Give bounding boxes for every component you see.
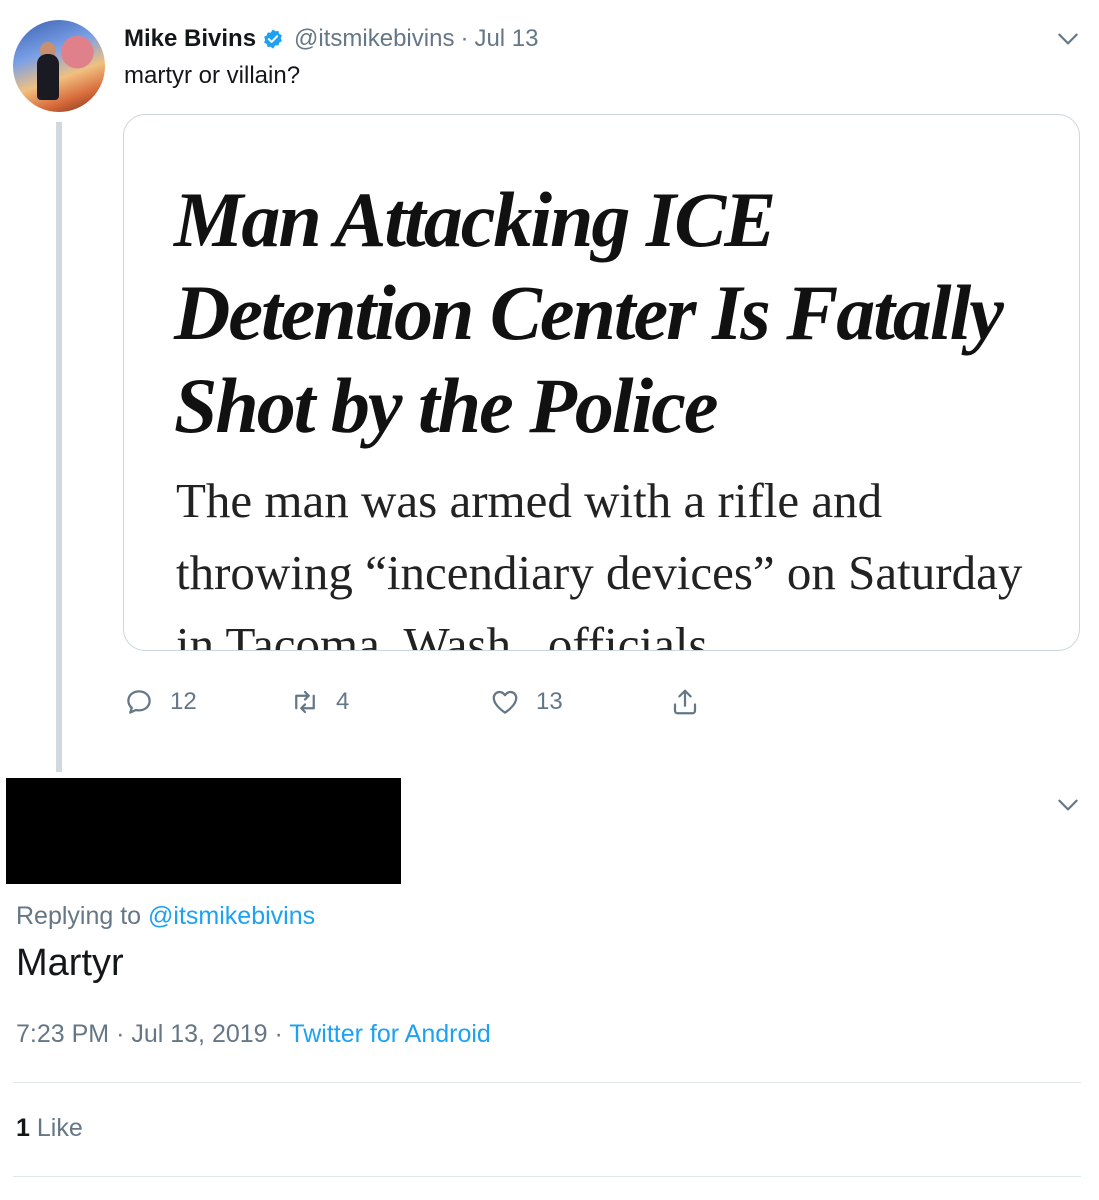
meta-separator: · [116,1020,125,1048]
reply-date[interactable]: Jul 13, 2019 [131,1020,267,1048]
divider [13,1176,1081,1177]
like-icon [492,690,518,714]
replying-to: Replying to @itsmikebivins [16,902,315,931]
retweet-count: 4 [336,688,350,715]
divider [13,1082,1081,1083]
share-button[interactable] [670,682,716,722]
like-button[interactable]: 13 [490,682,563,722]
reply-button[interactable]: 12 [124,682,197,722]
card-summary: The man was armed with a rifle and throw… [176,473,1023,651]
reply-time[interactable]: 7:23 PM [16,1020,109,1048]
retweet-icon [295,690,315,714]
header-separator: · [460,25,469,52]
likes-summary[interactable]: 1 Like [16,1114,83,1143]
reply-source-link[interactable]: Twitter for Android [289,1020,490,1048]
reply-text: Martyr [16,942,124,984]
meta-separator: · [274,1020,283,1048]
author-name[interactable]: Mike Bivins [124,25,256,53]
tweet-text: martyr or villain? [124,62,301,89]
likes-label: Like [36,1114,83,1142]
avatar[interactable] [13,20,105,112]
link-card[interactable]: Man Attacking ICE Detention Center Is Fa… [123,114,1080,651]
like-count: 13 [536,688,563,715]
redacted-author-block [6,778,401,884]
avatar-figure [37,54,59,100]
verified-badge-icon [264,29,282,49]
replying-handle-link[interactable]: @itsmikebivins [148,902,315,930]
card-headline: Man Attacking ICE Detention Center Is Fa… [174,176,1004,449]
author-handle[interactable]: @itsmikebivins [294,25,454,53]
chevron-down-icon[interactable] [1055,792,1081,818]
reply-meta: 7:23 PM · Jul 13, 2019 · Twitter for And… [16,1020,491,1049]
retweet-button[interactable]: 4 [290,682,349,722]
reply-count: 12 [170,688,197,715]
thread-line [56,122,62,772]
share-icon [673,689,697,715]
likes-total: 1 [16,1114,30,1142]
reply-icon [127,690,151,714]
tweet-header: Mike Bivins @itsmikebivins · Jul 13 [124,22,539,56]
chevron-down-icon[interactable] [1055,26,1081,52]
tweet-date[interactable]: Jul 13 [474,25,538,53]
replying-prefix: Replying to [16,902,142,930]
